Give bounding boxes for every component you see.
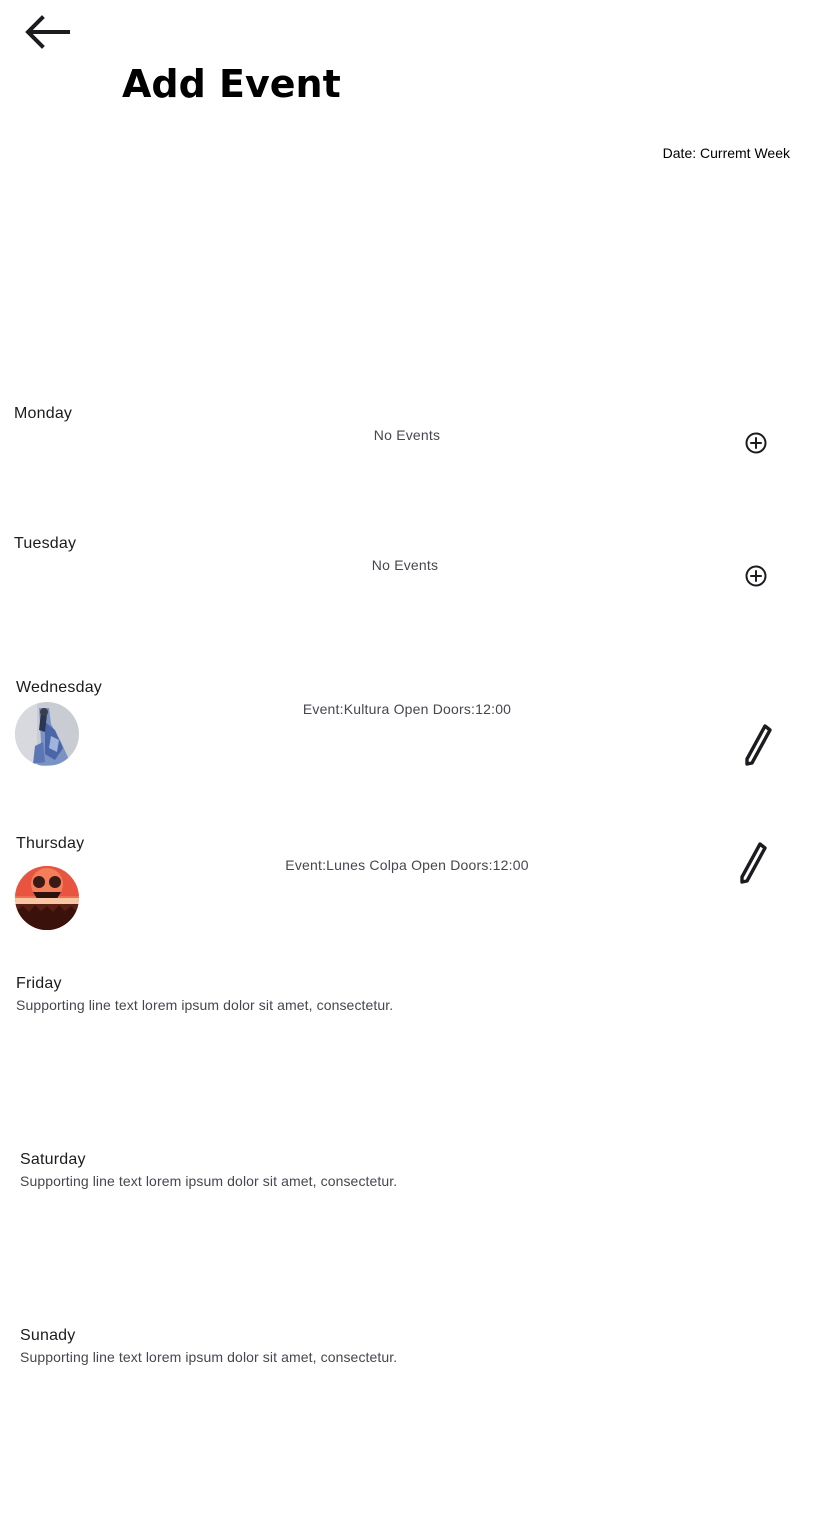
arrow-back-icon [25, 15, 70, 49]
back-button[interactable] [18, 10, 74, 54]
event-avatar-wednesday [15, 702, 79, 766]
add-event-tuesday-button[interactable] [736, 556, 776, 596]
sunday-supporting-text: Supporting line text lorem ipsum dolor s… [20, 1349, 398, 1365]
add-circle-icon [745, 565, 767, 587]
pencil-icon [745, 724, 772, 766]
event-avatar-thursday [15, 866, 79, 930]
friday-supporting-text: Supporting line text lorem ipsum dolor s… [16, 997, 394, 1013]
day-label-saturday: Saturday [20, 1151, 86, 1168]
date-label: Date: Curremt Week [662, 145, 790, 161]
day-label-sunday: Sunady [20, 1327, 76, 1344]
day-label-tuesday: Tuesday [14, 535, 77, 552]
thursday-event: Event:Lunes Colpa Open Doors:12:00 [285, 857, 529, 873]
day-label-friday: Friday [16, 975, 62, 992]
saturday-supporting-text: Supporting line text lorem ipsum dolor s… [20, 1173, 398, 1189]
add-circle-icon [745, 432, 767, 454]
edit-event-thursday-button[interactable] [731, 840, 775, 886]
page-title: Add Event [122, 62, 341, 106]
day-label-monday: Monday [14, 405, 73, 422]
pencil-icon [740, 842, 767, 884]
tuesday-status: No Events [371, 557, 439, 573]
day-label-thursday: Thursday [16, 835, 85, 852]
day-label-wednesday: Wednesday [16, 679, 103, 696]
add-event-monday-button[interactable] [736, 423, 776, 463]
edit-event-wednesday-button[interactable] [736, 722, 780, 768]
wednesday-event: Event:Kultura Open Doors:12:00 [302, 701, 512, 717]
monday-status: No Events [373, 427, 441, 443]
